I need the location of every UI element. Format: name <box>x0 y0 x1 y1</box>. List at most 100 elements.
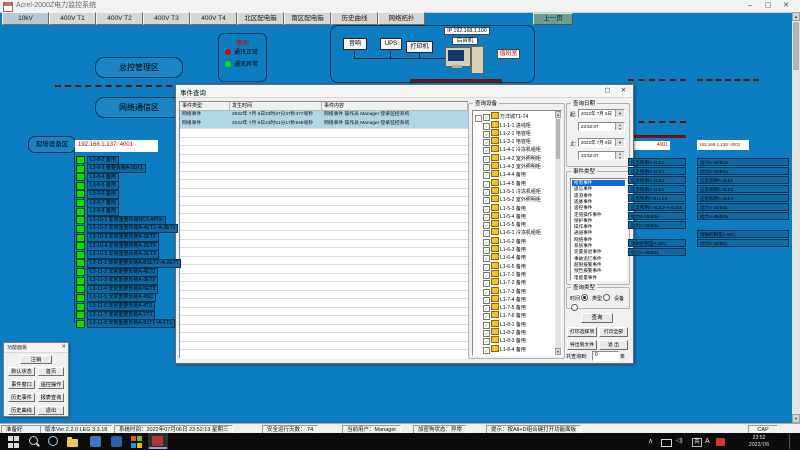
print-selected-button[interactable]: 打印选择项 <box>567 327 597 337</box>
func-button-遥控操作[interactable]: 遥控操作 <box>38 380 64 389</box>
taskbar-clock[interactable]: 23:52 2022/7/6 <box>744 435 774 448</box>
canvas-scrollbar[interactable]: ▲ ▼ <box>792 12 800 423</box>
export-button[interactable]: 导出到文件 <box>567 340 597 350</box>
tab-南区配电箱[interactable]: 南区配电箱 <box>284 12 331 25</box>
tree-item[interactable]: ✓L1-7-3 备用 <box>483 287 526 295</box>
start-button-icon[interactable] <box>7 435 23 450</box>
device-row-right2[interactable]: 动力A-15/B1a <box>697 158 789 166</box>
device-row-right2[interactable]: 应急照明A-2LE3 <box>697 185 789 193</box>
device-row-right1[interactable]: 应急照明A-1LE2 <box>628 158 686 166</box>
active-app-acrel-icon[interactable] <box>148 433 168 449</box>
device-row-right2[interactable]: 应急照明A-2LE2 <box>697 176 789 184</box>
event-type-list[interactable]: 所有事件遥信事件遥测事件遥脉事件遥控事件定值操作事件保护事件操作事件通道事件网络… <box>570 178 627 281</box>
device-row-right1[interactable]: 动力A-15/B4a <box>628 221 686 229</box>
device-row-right2[interactable]: 应急照明A-2LE4 <box>697 194 789 202</box>
device-row-left[interactable]: L3-11-8 非常重要负荷A-B1T1~A-1T1 <box>87 319 175 328</box>
func-button-报表查询[interactable]: 报表查询 <box>38 393 64 402</box>
scroll-up-icon[interactable]: ▲ <box>555 111 561 118</box>
tab-北区配电箱[interactable]: 北区配电箱 <box>237 12 284 25</box>
dialog-maximize-icon[interactable]: ▢ <box>600 86 615 96</box>
table-header-事件类型[interactable]: 事件类型 <box>180 102 230 111</box>
tree-item[interactable]: ✓L1-5-5 备用 <box>483 220 526 228</box>
tree-item[interactable]: ✓L1-5-3 备用 <box>483 204 526 212</box>
tree-item[interactable]: ✓L1-7-2 备用 <box>483 278 526 286</box>
tab-400V T1[interactable]: 400V T1 <box>49 12 96 25</box>
device-row-right2[interactable]: 动力A-25/B3a <box>697 203 789 211</box>
chevron-down-icon[interactable]: ▼ <box>615 139 624 146</box>
device-row-right2[interactable]: 动力A-15/B2a <box>697 167 789 175</box>
table-header-发生时间[interactable]: 发生时间 <box>230 102 322 111</box>
close-icon[interactable]: ✕ <box>778 1 794 11</box>
tray-ime-mode[interactable]: A <box>705 437 710 446</box>
func-button-退出[interactable]: 退出 <box>38 406 64 415</box>
tray-speaker-icon[interactable]: ◁) <box>676 437 683 446</box>
close-icon[interactable]: ✕ <box>61 343 66 352</box>
scroll-down-icon[interactable]: ▼ <box>792 414 800 423</box>
func-button-默认状态[interactable]: 默认状态 <box>8 367 35 376</box>
tree-item[interactable]: ✓L1-6-2 备用 <box>483 237 526 245</box>
dialog-close-icon[interactable]: ✕ <box>616 86 631 96</box>
tree-item[interactable]: ✓L1-4-2 室外照明柜 <box>483 154 541 162</box>
radio-icon[interactable] <box>581 294 588 301</box>
device-row-right1[interactable]: 应急照明A-1LE4 <box>628 176 686 184</box>
query-mode-option[interactable]: 类型 <box>592 296 610 302</box>
device-row-right1[interactable]: 动力A-40/B21 <box>628 248 686 256</box>
tree-item[interactable]: ✓L1-7-6 备用 <box>483 311 526 319</box>
tree-item[interactable]: ✓L1-4-1 冷冻机组柜 <box>483 145 541 153</box>
query-mode-option[interactable]: 时间 <box>570 296 588 302</box>
tree-item[interactable]: ✓L1-7-1 备用 <box>483 270 526 278</box>
tab-400V T4[interactable]: 400V T4 <box>190 12 237 25</box>
time-from-spinner[interactable]: 23:52:07 ▲▼ <box>578 122 625 131</box>
cortana-icon[interactable] <box>47 435 61 448</box>
device-row-right2[interactable]: 消防控制室A-5FC <box>697 230 789 238</box>
tree-item[interactable]: ✓L1-8-2 备用 <box>483 328 526 336</box>
date-from-picker[interactable]: 2022年 7月 5日 ▼ <box>578 109 625 118</box>
tree-item[interactable]: ✓L1-3-1 电容柜 <box>483 137 531 145</box>
tree-item[interactable]: ✓L1-5-2 室外照明柜 <box>483 195 541 203</box>
tree-item[interactable]: ✓L1-6-5 备用 <box>483 262 526 270</box>
tree-item[interactable]: ✓L1-2-1 电容柜 <box>483 129 531 137</box>
event-type-item[interactable]: 电能量事件 <box>572 275 625 281</box>
tree-item[interactable]: ✓L1-8-3 备用 <box>483 336 526 344</box>
date-to-picker[interactable]: 2022年 7月 6日 ▼ <box>578 138 625 147</box>
show-desktop-divider[interactable] <box>789 434 790 449</box>
event-table[interactable]: 事件类型发生时间事件内容网络事件2022年 7月 6日23时47分37秒477毫… <box>179 101 469 359</box>
tree-item[interactable]: ✓L1-4-3 室外照明柜 <box>483 162 541 170</box>
device-row-right1[interactable]: 应急照明A-1LE5 <box>628 185 686 193</box>
exit-button[interactable]: 退 出 <box>599 340 628 350</box>
func-button-事件窗口[interactable]: 事件窗口 <box>8 380 35 389</box>
app-icon-blue[interactable] <box>89 435 103 448</box>
chevron-down-icon[interactable]: ▼ <box>615 110 624 117</box>
table-header-事件内容[interactable]: 事件内容 <box>322 102 468 111</box>
tray-ime-lang[interactable]: 英 <box>692 438 702 447</box>
tab-400V T3[interactable]: 400V T3 <box>143 12 190 25</box>
tab-历史曲线[interactable]: 历史曲线 <box>331 12 378 25</box>
query-button[interactable]: 查询 <box>581 313 613 323</box>
device-row-right1[interactable]: 应急照明A-4LE3~A-5LE3 <box>628 203 686 211</box>
radio-icon[interactable] <box>603 294 610 301</box>
tree-item[interactable]: ✓L1-4-4 备用 <box>483 170 526 178</box>
tab-网络拓扑[interactable]: 网络拓扑 <box>378 12 425 25</box>
tree-item[interactable]: ✓L1-6-3 备用 <box>483 245 526 253</box>
tree-item[interactable]: ✓L1-6-4 备用 <box>483 253 526 261</box>
scrollbar-thumb[interactable] <box>793 22 799 70</box>
func-button-历史曲线[interactable]: 历史曲线 <box>8 406 35 415</box>
tree-item[interactable]: ✓L1-8-4 备用 <box>483 345 526 353</box>
device-tree[interactable]: -✓万洋城T1-T4✓L1-1-1 进线柜✓L1-2-1 电容柜✓L1-3-1 … <box>472 110 562 356</box>
device-row-right1[interactable]: 消防控制室A-4FC <box>628 239 686 247</box>
tree-root[interactable]: -✓万洋城T1-T4 <box>475 112 528 120</box>
func-button-首页[interactable]: 首页 <box>38 367 64 376</box>
spinner-icons[interactable]: ▲▼ <box>615 123 624 130</box>
file-explorer-icon[interactable] <box>67 437 81 450</box>
tree-item[interactable]: ✓L1-1-1 进线柜 <box>483 121 531 129</box>
scroll-up-icon[interactable]: ▲ <box>792 12 800 21</box>
device-row-right2[interactable]: 动力A-25/B4a <box>697 212 789 220</box>
device-row-right1[interactable]: 动力A-15/B3a <box>628 212 686 220</box>
tree-item[interactable]: ✓L1-5-4 备用 <box>483 212 526 220</box>
minimize-icon[interactable]: – <box>742 1 758 11</box>
tab-400V T2[interactable]: 400V T2 <box>96 12 143 25</box>
tree-item[interactable]: ✓L1-4-5 备用 <box>483 179 526 187</box>
tree-expander-icon[interactable]: - <box>475 115 482 122</box>
tree-item[interactable]: ✓L1-5-1 冷冻机组柜 <box>483 187 541 195</box>
search-icon[interactable] <box>28 435 42 448</box>
